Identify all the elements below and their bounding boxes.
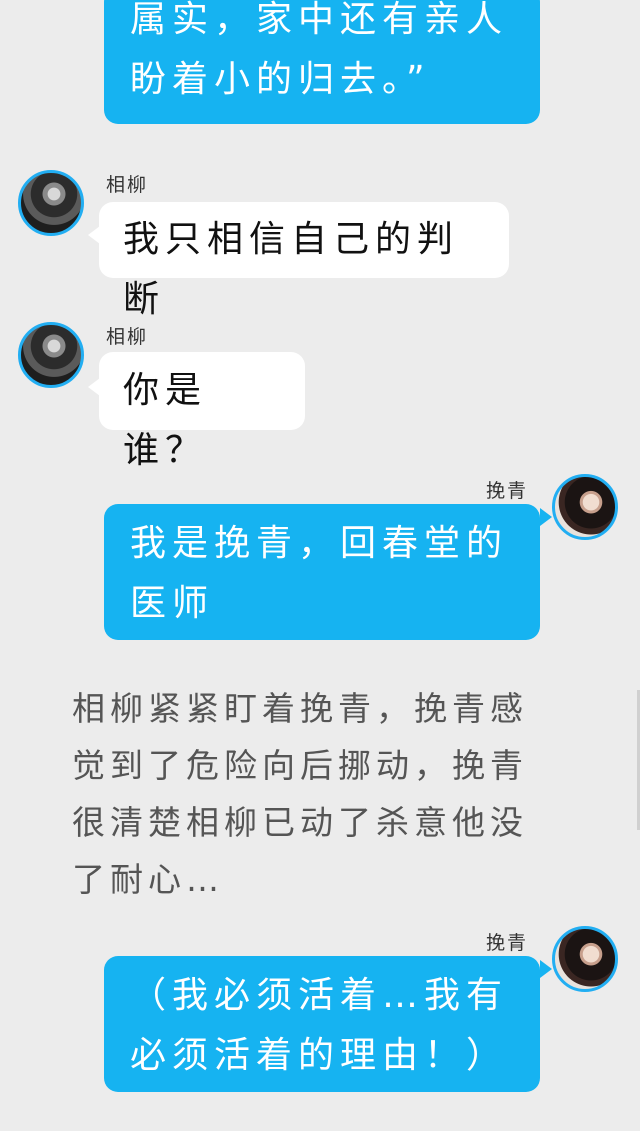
avatar-xiangliu[interactable] bbox=[18, 322, 84, 388]
message-text: 我是挽青，回春堂的医师 bbox=[130, 523, 509, 624]
message-text: 属实，家中还有亲人盼着小的归去。” bbox=[130, 0, 509, 100]
message-bubble-4[interactable]: 我是挽青，回春堂的医师 bbox=[104, 504, 540, 640]
message-bubble-1[interactable]: 属实，家中还有亲人盼着小的归去。” bbox=[104, 0, 540, 124]
message-bubble-2[interactable]: 我只相信自己的判断 bbox=[99, 202, 509, 320]
bubble-tail bbox=[540, 508, 552, 526]
message-bubble-5[interactable]: （我必须活着…我有必须活着的理由！） bbox=[104, 956, 540, 1092]
avatar-wanqing[interactable] bbox=[552, 926, 618, 992]
narration-text: 相柳紧紧盯着挽青，挽青感觉到了危险向后挪动，挽青很清楚相柳已动了杀意他没了耐心… bbox=[72, 689, 528, 899]
message-text: 我只相信自己的判断 bbox=[123, 219, 460, 320]
avatar-xiangliu[interactable] bbox=[18, 170, 84, 236]
message-text: 你是谁？ bbox=[123, 370, 208, 471]
message-text: （我必须活着…我有必须活着的理由！） bbox=[130, 975, 509, 1076]
sender-name: 相柳 bbox=[106, 326, 149, 348]
sender-name: 挽青 bbox=[486, 932, 529, 954]
bubble-tail bbox=[540, 960, 552, 978]
message-bubble-3[interactable]: 你是谁？ bbox=[99, 352, 305, 471]
sender-name: 相柳 bbox=[106, 174, 149, 196]
sender-name: 挽青 bbox=[486, 480, 529, 502]
avatar-wanqing[interactable] bbox=[552, 474, 618, 540]
